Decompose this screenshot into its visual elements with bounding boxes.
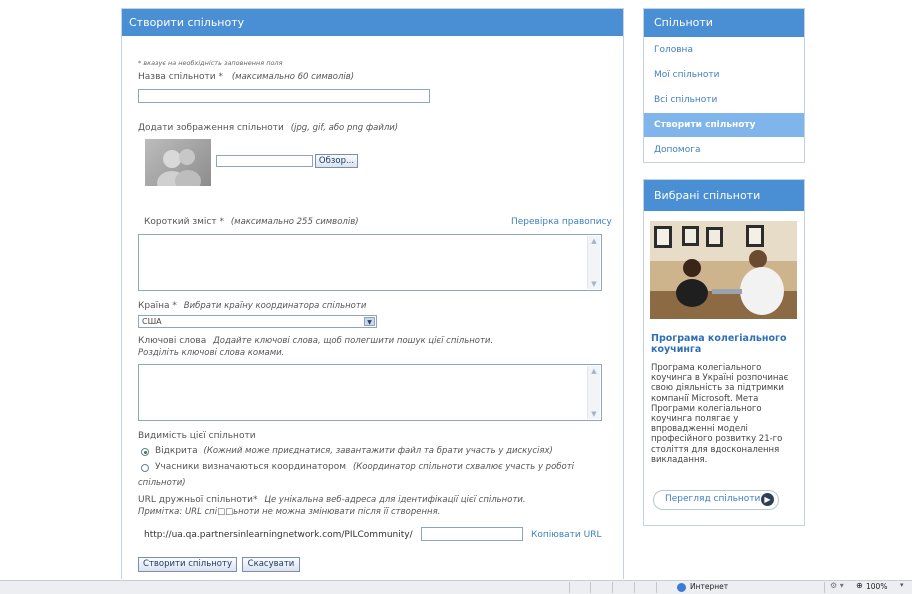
communities-menu: Спільноти Головна Мої спільноти Всі спіл… bbox=[643, 8, 805, 163]
view-community-button[interactable]: Перегляд спільноти ▶ bbox=[653, 490, 779, 510]
visibility-label: Видимість цієї спільноти bbox=[138, 431, 256, 441]
menu-title: Спільноти bbox=[644, 9, 804, 37]
url-label: URL дружньої спільноти* bbox=[138, 495, 258, 505]
scroll-down-icon[interactable]: ▼ bbox=[590, 410, 598, 418]
status-divider bbox=[634, 582, 635, 593]
visibility-approved-label[interactable]: Учасники визначаються координатором bbox=[155, 462, 346, 472]
visibility-approved-row: Учасники визначаються координатором (Коо… bbox=[155, 462, 574, 472]
country-hint: Вибрати країну координатора спільноти bbox=[183, 301, 367, 311]
create-community-panel: Створити спільноту * вказує на необхідні… bbox=[121, 8, 624, 579]
status-divider bbox=[590, 582, 591, 593]
globe-icon bbox=[677, 583, 686, 592]
name-label-row: Назва спільноти * (максимально 60 символ… bbox=[138, 72, 354, 82]
url-prefix: http://ua.qa.partnersinlearningnetwork.c… bbox=[144, 530, 413, 540]
featured-communities: Вибрані спільноти Програма колегіального… bbox=[643, 179, 805, 526]
browse-button[interactable]: Обзор... bbox=[315, 154, 358, 168]
country-select[interactable]: США ▼ bbox=[138, 315, 377, 328]
featured-description: Програма колегіального коучинга в Україн… bbox=[651, 363, 789, 465]
summary-scrollbar[interactable]: ▲ ▼ bbox=[587, 236, 600, 289]
sidebar-item-all-communities[interactable]: Всі спільноти bbox=[644, 87, 804, 112]
name-label: Назва спільноти * bbox=[138, 72, 223, 82]
cancel-button[interactable]: Скасувати bbox=[242, 557, 300, 572]
status-divider bbox=[569, 582, 570, 593]
image-label-row: Додати зображення спільноти (jpg, gif, а… bbox=[138, 123, 398, 133]
featured-photo[interactable] bbox=[650, 221, 797, 319]
keywords-textarea[interactable]: ▲ ▼ bbox=[138, 364, 602, 421]
chevron-down-icon[interactable]: ▼ bbox=[364, 317, 375, 326]
community-image-placeholder bbox=[145, 139, 211, 186]
sidebar-item-create-community[interactable]: Створити спільноту bbox=[644, 112, 804, 137]
url-hint: Це унікальна веб-адреса для ідентифікаці… bbox=[264, 495, 526, 505]
sidebar-item-my-communities[interactable]: Мої спільноти bbox=[644, 62, 804, 87]
summary-label-row: Короткий зміст * (максимально 255 символ… bbox=[144, 217, 359, 227]
summary-textarea[interactable]: ▲ ▼ bbox=[138, 234, 602, 291]
featured-heading[interactable]: Програма колегіального коучинга bbox=[651, 333, 799, 355]
image-label: Додати зображення спільноти bbox=[138, 123, 284, 133]
summary-hint: (максимально 255 символів) bbox=[230, 217, 359, 227]
sidebar-item-help[interactable]: Допомога bbox=[644, 137, 804, 162]
required-note: * вказує на необхідність заповнення поля bbox=[138, 59, 283, 67]
visibility-approved-hint-2: спільноти) bbox=[138, 478, 186, 488]
keywords-label: Ключові слова bbox=[138, 336, 207, 346]
keywords-hint-2: Розділіть ключові слова комами. bbox=[138, 348, 285, 358]
keywords-label-row: Ключові слова Додайте ключові слова, щоб… bbox=[138, 336, 493, 346]
featured-photo-image bbox=[650, 221, 797, 319]
zoom-dropdown-icon[interactable]: ▾ bbox=[900, 581, 904, 589]
spellcheck-link[interactable]: Перевірка правопису bbox=[511, 217, 612, 227]
zoom-level[interactable]: 100% bbox=[866, 582, 887, 591]
country-label: Країна * bbox=[138, 301, 177, 311]
panel-title: Створити спільноту bbox=[122, 9, 623, 36]
country-select-value: США bbox=[142, 317, 162, 326]
status-divider bbox=[612, 582, 613, 593]
visibility-approved-radio[interactable] bbox=[141, 464, 149, 472]
people-silhouette-icon bbox=[157, 149, 201, 186]
image-hint: (jpg, gif, або png файли) bbox=[290, 123, 399, 133]
security-zone: Интернет bbox=[690, 582, 729, 591]
browser-status-bar: Интернет ⚙ ▾ ⊕ 100% ▾ bbox=[0, 580, 912, 594]
visibility-open-row: Відкрита (Кожний може приєднатися, заван… bbox=[155, 446, 553, 456]
view-community-label: Перегляд спільноти bbox=[665, 494, 761, 504]
scroll-up-icon[interactable]: ▲ bbox=[590, 237, 598, 245]
summary-label: Короткий зміст * bbox=[144, 217, 224, 227]
scroll-down-icon[interactable]: ▼ bbox=[590, 280, 598, 288]
url-note: Примітка: URL спі□□ьноти не можна змінюв… bbox=[138, 507, 441, 517]
country-label-row: Країна * Вибрати країну координатора спі… bbox=[138, 301, 366, 311]
status-divider bbox=[656, 582, 657, 593]
visibility-open-radio[interactable] bbox=[141, 448, 149, 456]
status-divider bbox=[824, 582, 825, 593]
keywords-scrollbar[interactable]: ▲ ▼ bbox=[587, 366, 600, 419]
featured-title: Вибрані спільноти bbox=[644, 180, 804, 211]
scroll-up-icon[interactable]: ▲ bbox=[590, 367, 598, 375]
copy-url-link[interactable]: Копіювати URL bbox=[531, 530, 601, 540]
name-hint: (максимально 60 символів) bbox=[231, 72, 355, 82]
visibility-open-label[interactable]: Відкрита bbox=[155, 446, 198, 456]
community-name-input[interactable] bbox=[138, 89, 430, 103]
zoom-icon[interactable]: ⊕ bbox=[856, 581, 863, 590]
visibility-approved-hint: (Координатор спільноти схвалює участь у … bbox=[352, 462, 575, 472]
protected-mode-icon[interactable]: ⚙ ▾ bbox=[830, 581, 844, 590]
arrow-right-icon: ▶ bbox=[761, 493, 774, 506]
url-input[interactable] bbox=[421, 527, 523, 541]
create-community-button[interactable]: Створити спільноту bbox=[138, 557, 237, 572]
sidebar-item-home[interactable]: Головна bbox=[644, 37, 804, 62]
keywords-hint: Додайте ключові слова, щоб полегшити пош… bbox=[213, 336, 494, 346]
image-file-input[interactable] bbox=[216, 155, 313, 167]
url-label-row: URL дружньої спільноти* Це унікальна веб… bbox=[138, 495, 526, 505]
visibility-open-hint: (Кожний може приєднатися, завантажити фа… bbox=[203, 446, 553, 456]
